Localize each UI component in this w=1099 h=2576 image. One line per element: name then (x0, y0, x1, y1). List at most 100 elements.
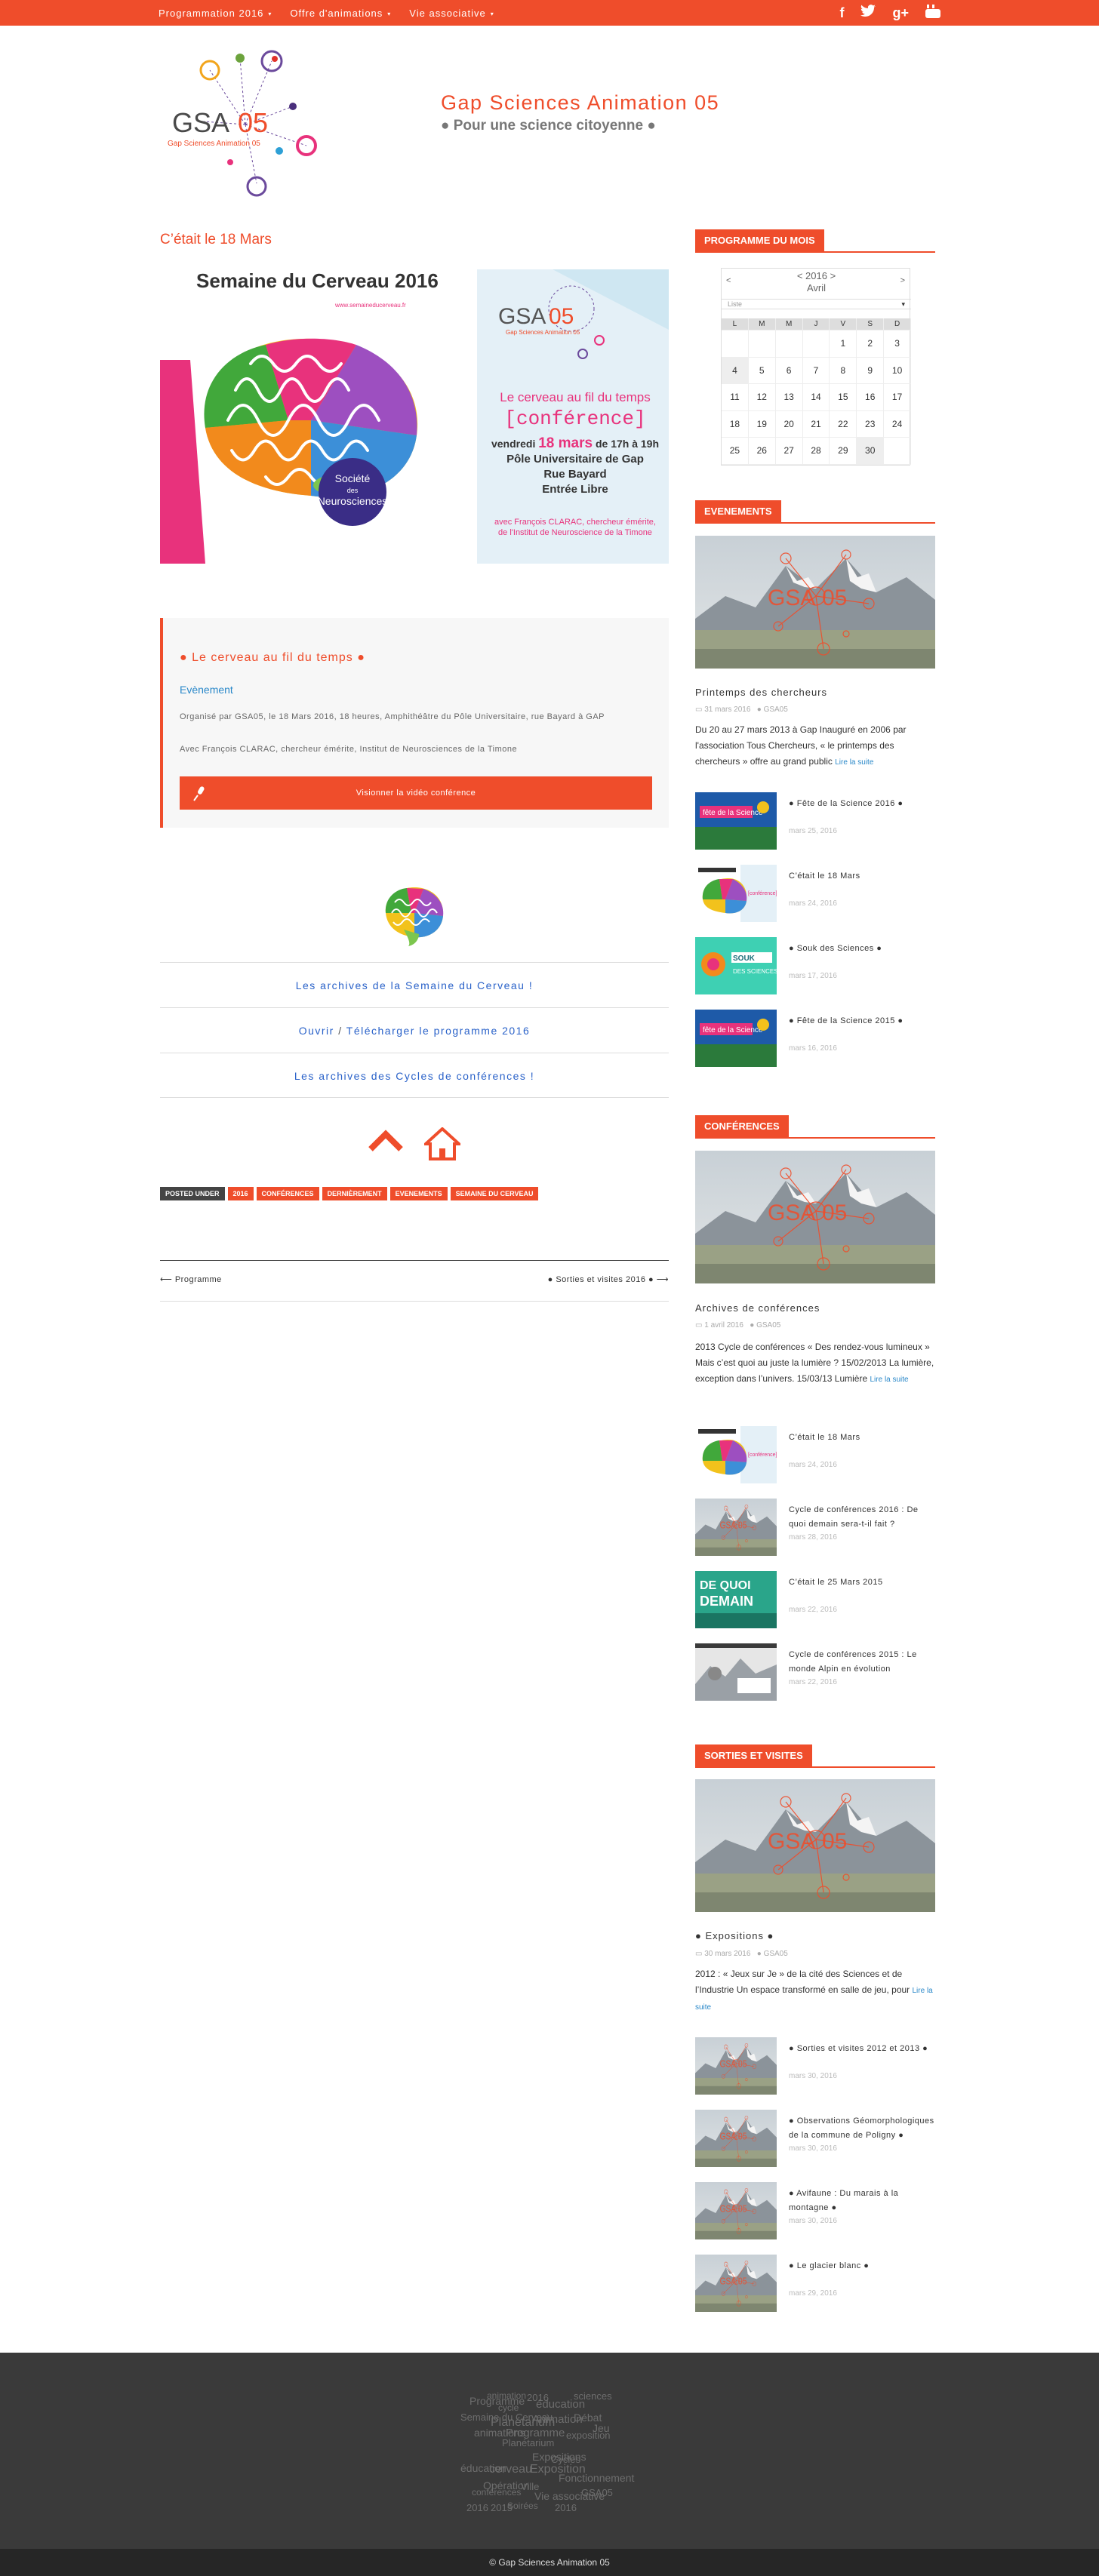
tag-cloud-link[interactable]: conférences (472, 2487, 521, 2498)
post-thumbnail[interactable]: fête de la Science (695, 1010, 777, 1067)
featured-image[interactable]: GSA 05 (695, 1151, 935, 1283)
post-title-link[interactable]: ● Sorties et visites 2012 et 2013 ● (789, 2042, 935, 2056)
site-title[interactable]: Gap Sciences Animation 05 (441, 91, 719, 115)
calendar-day[interactable]: 23 (857, 410, 885, 438)
post-thumbnail[interactable]: SOUK DES SCIENCES (695, 937, 778, 994)
download-programme-link[interactable]: Télécharger le programme 2016 (346, 1025, 531, 1037)
archives-semaine-cerveau-link[interactable]: Les archives de la Semaine du Cerveau ! (296, 979, 534, 991)
calendar-day[interactable]: 25 (722, 438, 749, 465)
chevron-up-icon[interactable] (368, 1130, 404, 1152)
featured-post-title[interactable]: ● Expositions ● (695, 1930, 774, 1941)
calendar-day[interactable]: 10 (884, 357, 911, 384)
calendar-day[interactable]: 27 (775, 438, 803, 465)
next-post-link[interactable]: ● Sorties et visites 2016 ● ⟶ (548, 1274, 669, 1284)
tag-cloud-link[interactable]: Soirées (507, 2501, 538, 2511)
calendar-day[interactable]: 28 (802, 438, 830, 465)
facebook-icon[interactable]: f (839, 5, 844, 21)
calendar-day[interactable]: 2 (857, 330, 885, 358)
youtube-icon[interactable] (925, 4, 940, 22)
post-title-link[interactable]: C’était le 18 Mars (789, 1431, 935, 1445)
post-thumbnail[interactable]: [conférence] (695, 1426, 777, 1483)
nav-item-offre-animations[interactable]: Offre d'animations ▾ (290, 8, 391, 19)
site-logo[interactable]: GSA 05 Gap Sciences Animation 05 (159, 49, 332, 207)
calendar-day[interactable]: 11 (722, 384, 749, 411)
tag-cloud-link[interactable]: sciences (574, 2390, 612, 2402)
tag-cloud-link[interactable]: animation (487, 2390, 526, 2401)
post-title-link[interactable]: ● Avifaune : Du marais à la montagne ● (789, 2187, 935, 2215)
calendar-day[interactable]: 7 (802, 357, 830, 384)
calendar-day[interactable]: 3 (884, 330, 911, 358)
tag-cloud-link[interactable]: exposition (566, 2430, 611, 2441)
tag-cloud-link[interactable]: 2016 (555, 2502, 577, 2513)
tag-cloud-link[interactable]: Cycles (551, 2454, 580, 2465)
calendar-day[interactable]: 21 (802, 410, 830, 438)
calendar-next-button[interactable]: > (900, 276, 905, 285)
post-thumbnail[interactable]: fête de la Science (695, 792, 777, 850)
nav-item-programmation[interactable]: Programmation 2016 ▾ (159, 8, 272, 19)
post-thumbnail[interactable]: DE QUOI DEMAIN (695, 1571, 777, 1628)
read-more-link[interactable]: Lire la suite (835, 758, 873, 767)
calendar-day[interactable]: 12 (748, 384, 776, 411)
tag-link[interactable]: 2016 (227, 1187, 254, 1200)
calendar-day[interactable]: 6 (775, 357, 803, 384)
post-title-link[interactable]: C’était le 18 Mars (789, 869, 935, 884)
event-category-link[interactable]: Evènement (180, 684, 233, 696)
post-thumbnail[interactable] (695, 1643, 777, 1701)
tag-cloud-link[interactable]: Vie associative (534, 2490, 605, 2502)
calendar-day[interactable]: 8 (830, 357, 857, 384)
featured-image[interactable]: GSA 05 (695, 536, 935, 669)
calendar-day[interactable]: 15 (830, 384, 857, 411)
post-title-link[interactable]: ● Souk des Sciences ● (789, 942, 935, 956)
calendar-year[interactable]: < 2016 > (722, 270, 911, 281)
post-title-link[interactable]: ● Observations Géomorphologiques de la c… (789, 2114, 935, 2143)
calendar-day[interactable]: 14 (802, 384, 830, 411)
post-thumbnail[interactable]: GSA 05 (695, 2255, 777, 2312)
featured-image[interactable]: GSA 05 (695, 1779, 935, 1912)
post-thumbnail[interactable]: GSA 05 (695, 2110, 777, 2167)
post-thumbnail[interactable]: GSA 05 (695, 2037, 777, 2095)
tag-link[interactable]: Dernièrement (322, 1187, 387, 1200)
post-title-link[interactable]: ● Fête de la Science 2016 ● (789, 797, 935, 811)
featured-post-title[interactable]: Archives de conférences (695, 1302, 820, 1314)
calendar-day[interactable]: 26 (748, 438, 776, 465)
calendar-day[interactable]: 19 (748, 410, 776, 438)
calendar-day[interactable]: 9 (857, 357, 885, 384)
post-title-link[interactable]: Cycle de conférences 2016 : De quoi dema… (789, 1503, 935, 1532)
read-more-link[interactable]: Lire la suite (870, 1376, 908, 1384)
calendar-day[interactable]: 17 (884, 384, 911, 411)
archives-cycles-conferences-link[interactable]: Les archives des Cycles de conférences ! (294, 1070, 534, 1082)
calendar-view-select[interactable]: Liste (722, 299, 911, 309)
calendar-day[interactable]: 29 (830, 438, 857, 465)
calendar-day[interactable]: 30 (857, 438, 885, 465)
twitter-icon[interactable] (860, 5, 876, 21)
featured-post-title[interactable]: Printemps des chercheurs (695, 687, 827, 698)
home-icon[interactable] (421, 1127, 463, 1160)
calendar-day[interactable]: 13 (775, 384, 803, 411)
post-title-link[interactable]: ● Fête de la Science 2015 ● (789, 1014, 935, 1028)
calendar-day[interactable]: 24 (884, 410, 911, 438)
watch-video-button[interactable]: Visionner la vidéo conférence (180, 776, 652, 810)
tag-cloud-link[interactable]: Fonctionnement (559, 2472, 634, 2484)
tag-cloud-link[interactable]: cerveau (489, 2463, 532, 2476)
calendar-day[interactable]: 20 (775, 410, 803, 438)
post-thumbnail[interactable]: [conférence] (695, 865, 777, 922)
calendar-day[interactable]: 1 (830, 330, 857, 358)
open-programme-link[interactable]: Ouvrir (299, 1025, 334, 1037)
tag-cloud-link[interactable]: 2016 (466, 2502, 488, 2513)
post-thumbnail[interactable]: GSA 05 (695, 1499, 777, 1556)
tag-link[interactable]: Conférences (256, 1187, 319, 1200)
tag-cloud-link[interactable]: Programme (506, 2427, 565, 2439)
calendar-day[interactable]: 22 (830, 410, 857, 438)
calendar-day[interactable]: 4 (722, 357, 749, 384)
post-title-link[interactable]: C’était le 25 Mars 2015 (789, 1575, 935, 1590)
post-thumbnail[interactable]: GSA 05 (695, 2182, 777, 2239)
post-title-link[interactable]: ● Le glacier blanc ● (789, 2259, 935, 2273)
calendar-day[interactable]: 18 (722, 410, 749, 438)
post-title-link[interactable]: Cycle de conférences 2015 : Le monde Alp… (789, 1648, 935, 1677)
previous-post-link[interactable]: ⟵ Programme (160, 1274, 222, 1284)
google-plus-icon[interactable]: g+ (892, 5, 909, 21)
tag-link[interactable]: Semaine du cerveau (450, 1187, 539, 1200)
nav-item-vie-associative[interactable]: Vie associative ▾ (409, 8, 494, 19)
calendar-day[interactable]: 16 (857, 384, 885, 411)
calendar-day[interactable]: 5 (748, 357, 776, 384)
